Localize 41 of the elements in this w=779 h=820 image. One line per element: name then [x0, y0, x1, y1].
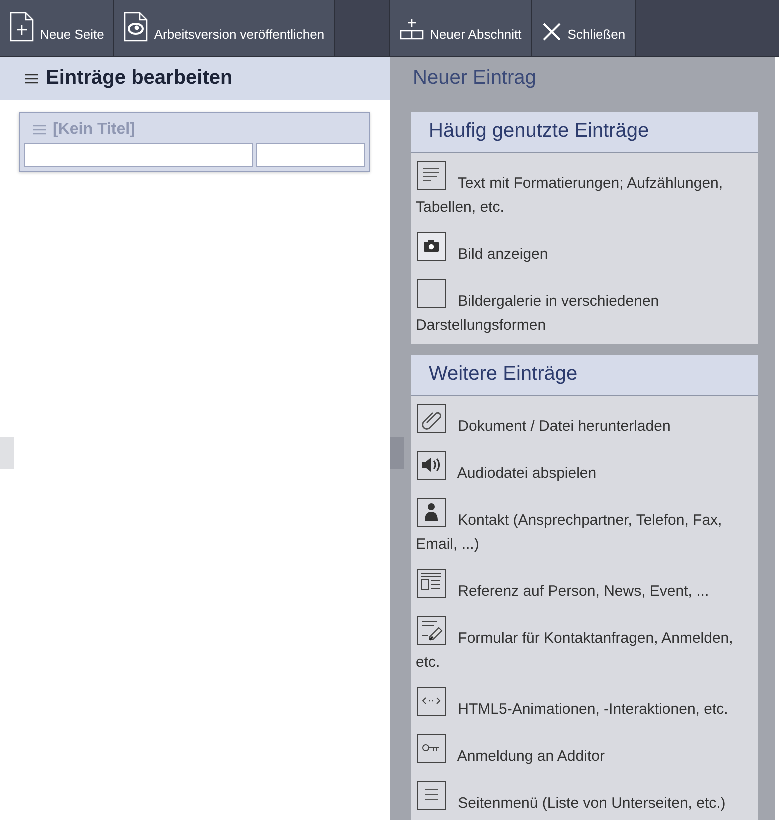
- form-pencil-icon: [417, 616, 446, 645]
- close-icon: [542, 22, 562, 42]
- code-brackets-icon: [417, 687, 446, 716]
- toolbar-button[interactable]: Neue Seite: [0, 0, 114, 56]
- drag-handle-icon: [33, 125, 46, 135]
- entry-option[interactable]: Kontakt (Ansprechpartner, Telefon, Fax, Email, ...): [416, 498, 750, 557]
- add-section-icon: [400, 18, 424, 42]
- camera-icon: [417, 232, 446, 261]
- paperclip-icon: [417, 404, 446, 433]
- empty-square-icon: [417, 279, 446, 308]
- reference-card-icon: [417, 569, 446, 598]
- toolbar-button[interactable]: Arbeitsversion veröffentlichen: [114, 0, 335, 56]
- section-title: [Kein Titel]: [53, 121, 136, 139]
- column-slot[interactable]: [24, 143, 253, 167]
- group-title: Häufig genutzte Einträge: [411, 112, 758, 153]
- entry-option[interactable]: HTML5-Animationen, -Interaktionen, etc.: [416, 687, 750, 722]
- entry-option[interactable]: Seitenmenü (Liste von Unterseiten, etc.): [416, 781, 750, 816]
- entry-option[interactable]: Text mit Formatierungen; Aufzählungen, Tabellen, etc.: [416, 161, 750, 220]
- column-slot[interactable]: [256, 143, 365, 167]
- entry-option[interactable]: Anmeldung an Additor: [416, 734, 750, 769]
- panel-title: Neuer Eintrag: [413, 67, 538, 90]
- list-icon: [417, 781, 446, 810]
- entry-option[interactable]: Audiodatei abspielen: [416, 451, 750, 486]
- entry-option[interactable]: Dokument / Datei herunterladen: [416, 404, 750, 439]
- person-icon: [417, 498, 446, 527]
- new-page-icon: [10, 12, 34, 42]
- editor-title: Einträge bearbeiten: [46, 67, 233, 90]
- document-eye-icon: [124, 12, 148, 42]
- key-icon: [417, 734, 446, 763]
- resize-handle[interactable]: [390, 437, 404, 469]
- entry-option[interactable]: Bild anzeigen: [416, 232, 750, 267]
- menu-icon: [25, 74, 38, 84]
- toolbar-button[interactable]: Schließen: [532, 0, 636, 56]
- speaker-icon: [417, 451, 446, 480]
- entry-option[interactable]: Referenz auf Person, News, Event, ...: [416, 569, 750, 604]
- entry-option[interactable]: Bildergalerie in verschiedenen Darstellungsformen: [416, 279, 750, 338]
- entry-option[interactable]: Formular für Kontaktanfragen, Anmelden, etc.: [416, 616, 750, 675]
- resize-handle[interactable]: [0, 437, 14, 469]
- text-lines-icon: [417, 161, 446, 190]
- group-title: Weitere Einträge: [411, 355, 758, 396]
- toolbar-button[interactable]: Neuer Abschnitt: [390, 0, 532, 56]
